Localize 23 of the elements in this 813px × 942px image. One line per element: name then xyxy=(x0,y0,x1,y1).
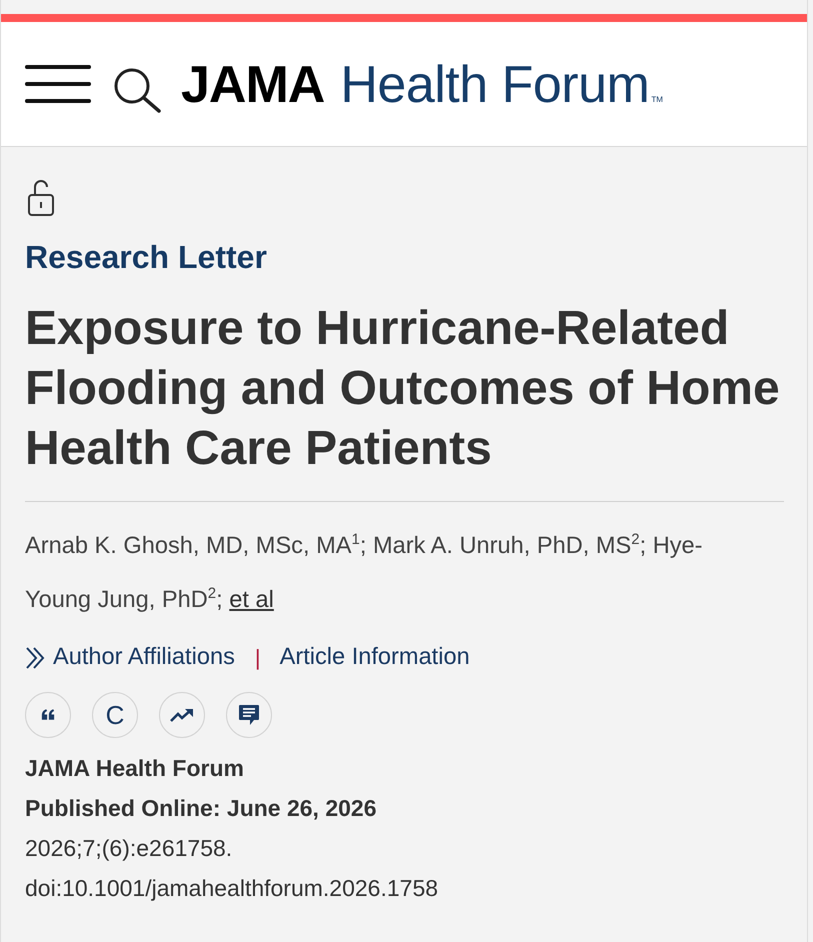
article-title: Exposure to Hurricane-Related Flooding and Outcomes of Home Health Care Patients xyxy=(25,301,781,477)
journal-logo[interactable]: JAMA Health Forum TM xyxy=(181,55,663,115)
cite-button[interactable] xyxy=(25,692,71,738)
citation-text: 2026;7;(6):e261758. xyxy=(25,834,234,863)
link-separator: | xyxy=(254,644,261,671)
doi-text: doi:10.1001/jamahealthforum.2026.1758 xyxy=(25,874,440,903)
menu-icon[interactable] xyxy=(25,65,91,103)
et-al-link[interactable]: et al xyxy=(229,586,274,613)
publication-date: Published Online: June 26, 2026 xyxy=(25,794,378,823)
trending-up-icon xyxy=(170,708,194,722)
unlocked-padlock-icon xyxy=(27,179,55,217)
permissions-button[interactable]: C xyxy=(92,692,138,738)
quote-icon xyxy=(41,709,55,720)
metrics-button[interactable] xyxy=(159,692,205,738)
section-link[interactable]: Article Information xyxy=(280,644,470,672)
search-icon[interactable] xyxy=(113,67,161,113)
author-list: Arnab K. Ghosh, MD, MSc, MA$^{1}$; Mark A. Unruh, PhD, MS$^{2}$; Hye-Young Jung, PhD$^{2}$; et al xyxy=(25,516,747,624)
journal-name: JAMA Health Forum xyxy=(25,754,245,783)
speech-bubble-icon xyxy=(238,704,260,726)
section-link[interactable]: Author Affiliations xyxy=(53,644,235,672)
double-chevron-icon[interactable] xyxy=(25,646,45,670)
comments-button[interactable] xyxy=(226,692,272,738)
article-type: Research Letter xyxy=(25,238,268,277)
